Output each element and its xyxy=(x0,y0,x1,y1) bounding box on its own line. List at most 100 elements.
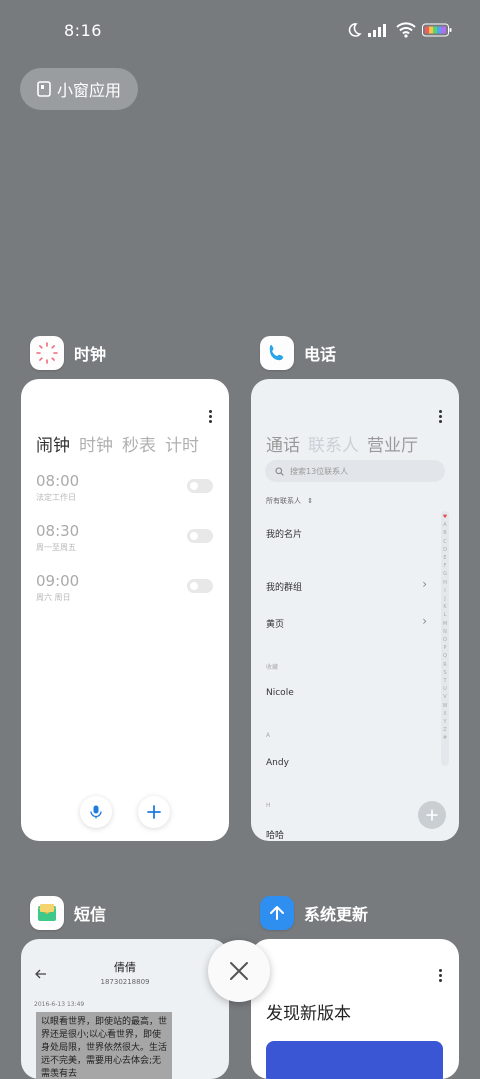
status-icons xyxy=(346,22,452,38)
more-options-icon[interactable] xyxy=(439,969,443,983)
alphabet-index-bar[interactable]: ♥ A B C D E F G H I J K L M N O P Q R S T U V W X Y Z # xyxy=(441,511,449,766)
sms-message-bubble: 以眼看世界，即使站的最高，世界还是很小;以心看世界，即使身处局限，世界依然很大。… xyxy=(36,1012,172,1079)
small-window-apps-button[interactable]: 小窗应用 xyxy=(20,68,138,110)
sms-app-name: 短信 xyxy=(74,905,107,924)
app-label-system-update[interactable]: 系统更新 xyxy=(260,896,368,930)
small-window-label: 小窗应用 xyxy=(56,81,121,100)
my-groups-row[interactable]: 我的群组 xyxy=(266,580,436,593)
index-letter[interactable]: G xyxy=(441,570,449,578)
plus-icon xyxy=(147,805,161,819)
index-letter[interactable]: I xyxy=(441,587,449,595)
index-letter[interactable]: L xyxy=(441,611,449,619)
alarm-toggle[interactable] xyxy=(187,479,213,493)
chevron-updown-icon: ⇕ xyxy=(307,497,314,505)
tab-service-hall[interactable]: 营业厅 xyxy=(367,431,418,456)
app-label-phone[interactable]: 电话 xyxy=(260,336,336,370)
system-update-app-icon xyxy=(260,896,294,930)
section-header-h: H xyxy=(266,802,271,809)
section-header-a: A xyxy=(266,732,271,739)
phone-app-name: 电话 xyxy=(304,345,337,364)
favorites-section-label: 收藏 xyxy=(266,664,279,671)
index-letter[interactable]: J xyxy=(441,595,449,603)
index-letter[interactable]: R xyxy=(441,661,449,669)
sms-app-card[interactable]: 倩倩 18730218809 2016-6-13 13:49 以眼看世界，即使站… xyxy=(21,939,229,1079)
add-alarm-button[interactable] xyxy=(138,796,170,828)
small-window-icon xyxy=(37,81,51,97)
favorites-heart-icon: ♥ xyxy=(442,514,448,520)
contact-search-input[interactable]: 搜索13位联系人 xyxy=(265,460,445,482)
sms-conversation-header: 倩倩 18730218809 xyxy=(21,959,229,986)
index-letters: A B C D E F G H I J K L M N O P Q R S T U V W X Y Z # xyxy=(441,521,449,742)
alarm-toggle[interactable] xyxy=(187,579,213,593)
microphone-icon xyxy=(90,805,102,819)
index-letter[interactable]: F xyxy=(441,562,449,570)
more-options-icon[interactable] xyxy=(439,410,443,424)
tab-calls[interactable]: 通话 xyxy=(266,431,300,456)
index-letter[interactable]: Y xyxy=(441,718,449,726)
clock-app-card[interactable]: 闹钟 时钟 秒表 计时 08:00 法定工作日 08:30 周一至周五 09:0… xyxy=(21,379,229,841)
system-update-app-card[interactable]: 发现新版本 xyxy=(251,939,459,1079)
clock-app-icon xyxy=(30,336,64,370)
search-icon xyxy=(275,466,284,476)
search-placeholder: 搜索13位联系人 xyxy=(290,466,349,476)
tab-alarm[interactable]: 闹钟 xyxy=(36,431,70,456)
add-contact-button[interactable] xyxy=(418,801,446,829)
tab-stopwatch[interactable]: 秒表 xyxy=(122,431,156,456)
contact-filter-label: 所有联系人 xyxy=(266,497,301,505)
index-letter[interactable]: K xyxy=(441,603,449,611)
index-letter[interactable]: D xyxy=(441,546,449,554)
alarm-repeat: 周一至周五 xyxy=(36,543,76,552)
index-letter[interactable]: T xyxy=(441,677,449,685)
index-letter[interactable]: V xyxy=(441,693,449,701)
system-update-app-name: 系统更新 xyxy=(304,905,369,924)
phone-app-icon xyxy=(260,336,294,370)
status-bar: 8:16 xyxy=(0,0,480,62)
index-letter[interactable]: Z xyxy=(441,726,449,734)
contact-filter-dropdown[interactable]: 所有联系人 ⇕ xyxy=(266,496,313,506)
contact-item[interactable]: Andy xyxy=(266,758,436,768)
index-letter[interactable]: O xyxy=(441,636,449,644)
phone-app-card[interactable]: 通话 联系人 营业厅 搜索13位联系人 所有联系人 ⇕ 我的名片 我的群组 › … xyxy=(251,379,459,841)
sms-app-icon xyxy=(30,896,64,930)
index-letter[interactable]: P xyxy=(441,644,449,652)
tab-timer[interactable]: 计时 xyxy=(165,431,199,456)
close-icon xyxy=(230,962,248,980)
alarm-toggle[interactable] xyxy=(187,529,213,543)
index-letter[interactable]: W xyxy=(441,702,449,710)
index-letter[interactable]: E xyxy=(441,554,449,562)
yellow-pages-row[interactable]: 黄页 xyxy=(266,617,436,630)
voice-alarm-button[interactable] xyxy=(80,796,112,828)
index-letter[interactable]: X xyxy=(441,710,449,718)
alarm-repeat: 法定工作日 xyxy=(36,493,76,502)
index-letter[interactable]: C xyxy=(441,538,449,546)
index-letter[interactable]: M xyxy=(441,620,449,628)
update-banner xyxy=(266,1041,443,1079)
clock-tabs: 闹钟 时钟 秒表 计时 xyxy=(36,431,199,456)
sms-contact-name: 倩倩 xyxy=(114,961,136,974)
status-time: 8:16 xyxy=(64,21,102,40)
more-options-icon[interactable] xyxy=(209,410,213,424)
phone-tabs: 通话 联系人 营业厅 xyxy=(266,431,418,456)
contact-item[interactable]: 哈哈 xyxy=(266,828,436,841)
update-title: 发现新版本 xyxy=(266,1004,351,1024)
index-letter[interactable]: S xyxy=(441,669,449,677)
tab-clock[interactable]: 时钟 xyxy=(79,431,113,456)
alarm-repeat: 周六 周日 xyxy=(36,593,71,602)
index-letter[interactable]: N xyxy=(441,628,449,636)
index-letter[interactable]: Q xyxy=(441,652,449,660)
contact-item[interactable]: Nicole xyxy=(266,688,436,698)
plus-icon xyxy=(426,809,438,821)
index-letter[interactable]: U xyxy=(441,685,449,693)
index-letter[interactable]: # xyxy=(441,734,449,742)
chevron-right-icon: › xyxy=(422,614,427,628)
app-label-clock[interactable]: 时钟 xyxy=(30,336,106,370)
close-all-button[interactable] xyxy=(208,940,270,1002)
signal-icon xyxy=(368,24,386,37)
index-letter[interactable]: A xyxy=(441,521,449,529)
app-label-sms[interactable]: 短信 xyxy=(30,896,106,930)
my-card-row[interactable]: 我的名片 xyxy=(266,527,436,540)
chevron-right-icon: › xyxy=(422,577,427,591)
index-letter[interactable]: H xyxy=(441,579,449,587)
tab-contacts[interactable]: 联系人 xyxy=(308,431,359,456)
index-letter[interactable]: B xyxy=(441,529,449,537)
